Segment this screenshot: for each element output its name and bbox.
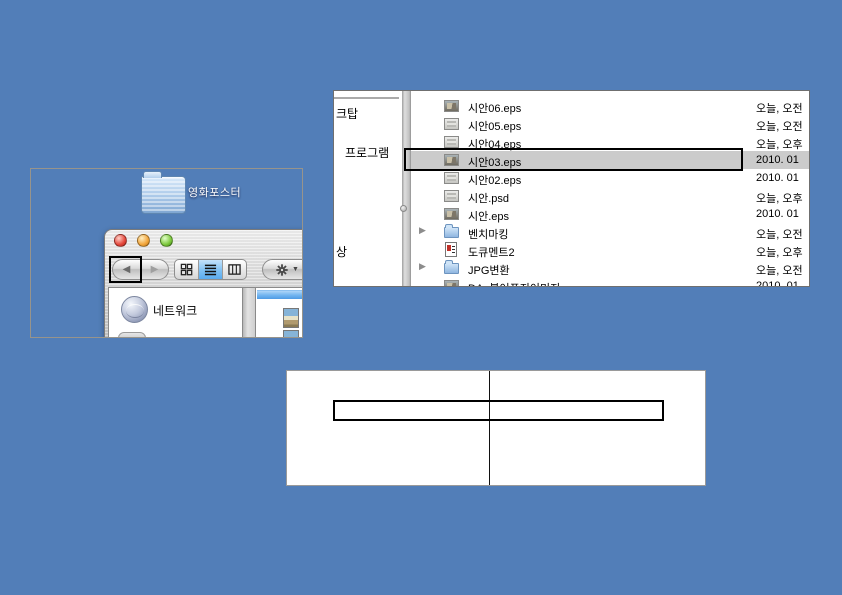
table-row[interactable]: ▶ JPG변환 오늘, 오전 bbox=[411, 259, 810, 277]
image-thumbnail[interactable] bbox=[283, 330, 299, 338]
file-date: 오늘, 오전 bbox=[756, 100, 810, 116]
gear-icon bbox=[275, 263, 289, 277]
document-icon bbox=[445, 242, 457, 257]
table-row[interactable]: ▶ 벤치마킹 오늘, 오전 bbox=[411, 223, 810, 241]
table-row[interactable]: 도큐멘트2 오늘, 오후 bbox=[411, 241, 810, 259]
table-row[interactable]: 시안05.eps 오늘, 오전 bbox=[411, 115, 810, 133]
sidebar-item-applications[interactable]: 프로그램 bbox=[345, 144, 389, 161]
finder-screenshot-fragment: 영화포스터 ◀ ▶ bbox=[30, 168, 303, 338]
center-guide-line bbox=[489, 371, 490, 485]
file-date: 오늘, 오후 bbox=[756, 244, 810, 260]
selected-file-highlight-box bbox=[404, 148, 743, 171]
file-name: 벤치마킹 bbox=[468, 226, 508, 242]
sidebar-divider[interactable] bbox=[402, 91, 411, 286]
column-header-bar[interactable] bbox=[257, 290, 303, 299]
zoom-button[interactable] bbox=[160, 234, 173, 247]
disk-icon[interactable] bbox=[118, 332, 146, 338]
sidebar-item-network[interactable]: 네트워크 bbox=[153, 302, 197, 319]
action-menu-button[interactable]: ▼ bbox=[262, 259, 303, 280]
file-name: 시안.eps bbox=[468, 208, 509, 224]
chevron-down-icon: ▼ bbox=[292, 266, 299, 273]
disclosure-triangle-icon[interactable]: ▶ bbox=[419, 225, 426, 236]
eps-file-icon bbox=[444, 172, 459, 184]
divider-grab-knob[interactable] bbox=[400, 205, 407, 212]
sidebar-item-partial[interactable]: 상 bbox=[336, 243, 347, 260]
eps-file-icon bbox=[444, 100, 459, 112]
eps-file-icon bbox=[444, 280, 459, 287]
file-name: 시안02.eps bbox=[468, 172, 521, 188]
file-name: 시안05.eps bbox=[468, 118, 521, 134]
psd-file-icon bbox=[444, 190, 459, 202]
canvas-fragment bbox=[286, 370, 706, 486]
column-view-icon bbox=[228, 263, 241, 276]
forward-button[interactable]: ▶ bbox=[141, 260, 168, 279]
file-name: DA_붙어표지이미지.eps bbox=[468, 280, 581, 287]
file-date: 2010. 01 bbox=[756, 208, 810, 220]
table-row[interactable]: DA_붙어표지이미지.eps 2010. 01 bbox=[411, 277, 810, 287]
list-view-icon bbox=[204, 263, 217, 276]
desktop-folder-label[interactable]: 영화포스터 bbox=[188, 184, 241, 200]
finder-content-pane bbox=[255, 287, 303, 338]
finder-sidebar: 네트워크 bbox=[108, 287, 243, 338]
minimize-button[interactable] bbox=[137, 234, 150, 247]
file-date: 2010. 01 bbox=[756, 154, 810, 166]
sidebar-item-desktop[interactable]: 크탑 bbox=[336, 105, 358, 122]
list-view-button[interactable] bbox=[198, 260, 222, 279]
desktop-folder-icon[interactable] bbox=[141, 176, 186, 214]
pane-divider[interactable] bbox=[243, 287, 255, 338]
file-name: 도큐멘트2 bbox=[468, 244, 515, 260]
image-thumbnail[interactable] bbox=[283, 308, 299, 328]
file-list-screenshot-fragment: 크탑 프로그램 상 시안06.eps 오늘, 오전 시안05.eps 오늘, 오… bbox=[333, 90, 810, 287]
network-globe-icon bbox=[121, 296, 148, 323]
file-date: 2010. 01 bbox=[756, 172, 810, 184]
file-date: 오늘, 오후 bbox=[756, 190, 810, 206]
icon-view-icon bbox=[180, 263, 193, 276]
folder-icon bbox=[444, 263, 459, 274]
finder-window: ◀ ▶ bbox=[104, 229, 303, 338]
disclosure-triangle-icon[interactable]: ▶ bbox=[419, 261, 426, 272]
file-date: 2010. 01 bbox=[756, 280, 810, 287]
file-list-sidebar: 크탑 프로그램 상 bbox=[334, 91, 402, 286]
eps-file-icon bbox=[444, 118, 459, 130]
table-row[interactable]: 시안.eps 2010. 01 bbox=[411, 205, 810, 223]
table-row[interactable]: 시안06.eps 오늘, 오전 bbox=[411, 97, 810, 115]
file-name: 시안06.eps bbox=[468, 100, 521, 116]
folder-icon bbox=[444, 227, 459, 238]
eps-file-icon bbox=[444, 136, 459, 148]
table-row[interactable]: 시안02.eps 2010. 01 bbox=[411, 169, 810, 187]
file-name: 시안.psd bbox=[468, 190, 509, 206]
file-list: 시안06.eps 오늘, 오전 시안05.eps 오늘, 오전 시안04.eps… bbox=[411, 91, 810, 286]
sidebar-separator bbox=[334, 97, 399, 99]
column-view-button[interactable] bbox=[222, 260, 246, 279]
file-date: 오늘, 오전 bbox=[756, 118, 810, 134]
desktop: 영화포스터 ◀ ▶ bbox=[0, 0, 842, 595]
icon-view-button[interactable] bbox=[175, 260, 198, 279]
view-mode-segmented-control bbox=[174, 259, 247, 280]
file-name: JPG변환 bbox=[468, 262, 510, 278]
close-button[interactable] bbox=[114, 234, 127, 247]
file-date: 오늘, 오전 bbox=[756, 226, 810, 242]
text-box-outline bbox=[333, 400, 664, 421]
eps-file-icon bbox=[444, 208, 459, 220]
file-date: 오늘, 오전 bbox=[756, 262, 810, 278]
back-button-highlight-box bbox=[109, 256, 142, 283]
file-date: 오늘, 오후 bbox=[756, 136, 810, 152]
table-row[interactable]: 시안.psd 오늘, 오후 bbox=[411, 187, 810, 205]
